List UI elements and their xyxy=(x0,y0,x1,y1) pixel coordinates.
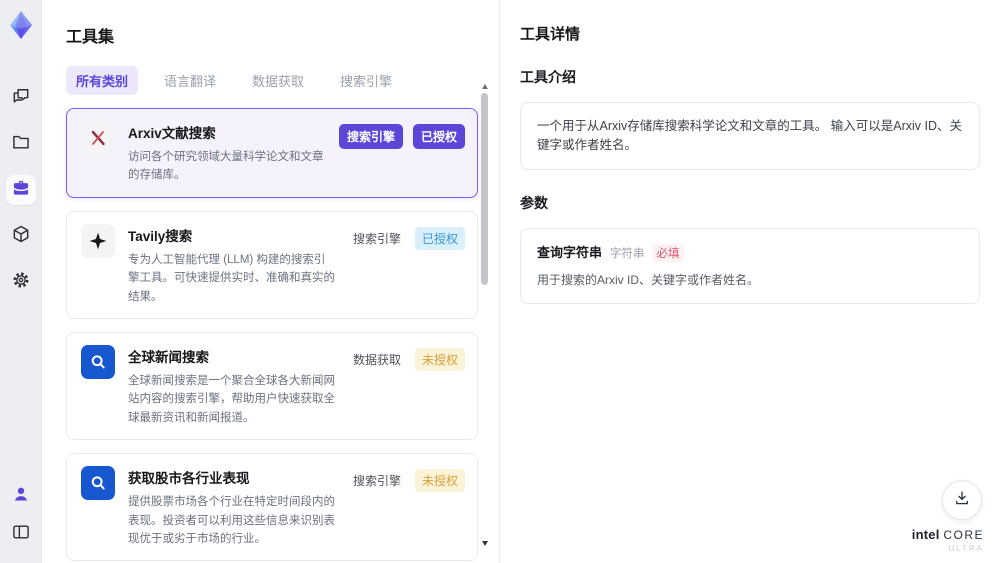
tool-description: 访问各个研究领域大量科学论文和文章的存储库。 xyxy=(128,151,324,182)
tool-name: 获取股市各行业表现 xyxy=(128,471,250,487)
tool-card[interactable]: Arxiv文献搜索 访问各个研究领域大量科学论文和文章的存储库。 搜索引擎 已授… xyxy=(66,108,478,198)
panel-icon xyxy=(11,522,31,547)
tool-card[interactable]: 获取股市各行业表现 提供股票市场各个行业在特定时间段内的表现。投资者可以利用这些… xyxy=(66,453,478,562)
chat-icon xyxy=(11,86,31,111)
category-tabs: 所有类别 语言翻译 数据获取 搜索引擎 xyxy=(66,66,499,95)
tool-description: 全球新闻搜索是一个聚合全球各大新闻网站内容的搜索引擎，帮助用户快速获取全球最新资… xyxy=(128,374,335,424)
scroll-up-icon[interactable] xyxy=(482,84,488,89)
settings-icon xyxy=(11,270,31,295)
list-scrollbar[interactable] xyxy=(481,84,489,554)
tool-description: 提供股票市场各个行业在特定时间段内的表现。投资者可以利用这些信息来识别表现优于或… xyxy=(128,496,335,545)
tool-detail-panel: 工具详情 工具介绍 一个用于从Arxiv存储库搜索科学论文和文章的工具。 输入可… xyxy=(499,0,1000,563)
detail-title: 工具详情 xyxy=(520,26,581,43)
params-list: 查询字符串 字符串 必填 用于搜索的Arxiv ID、关键字或作者姓名。 xyxy=(520,227,980,304)
scroll-down-icon[interactable] xyxy=(482,541,488,546)
tool-name: Tavily搜索 xyxy=(128,228,193,244)
scrollbar-thumb[interactable] xyxy=(481,93,488,285)
search-blue-icon xyxy=(81,344,115,379)
tool-name: Arxiv文献搜索 xyxy=(128,126,216,141)
arxiv-icon xyxy=(81,121,115,155)
tool-card[interactable]: 全球新闻搜索 全球新闻搜索是一个聚合全球各大新闻网站内容的搜索引擎，帮助用户快速… xyxy=(66,331,478,441)
tool-list: Arxiv文献搜索 访问各个研究领域大量科学论文和文章的存储库。 搜索引擎 已授… xyxy=(66,108,478,563)
tool-description: 专为人工智能代理 (LLM) 构建的搜索引擎工具。可快速提供实时、准确和真实的结… xyxy=(128,253,335,303)
download-button[interactable] xyxy=(942,480,982,520)
tab-category-2[interactable]: 数据获取 xyxy=(242,66,314,95)
sidebar-item-user[interactable] xyxy=(6,481,36,511)
intro-text: 一个用于从Arxiv存储库搜索科学论文和文章的工具。 输入可以是Arxiv ID… xyxy=(537,119,963,152)
page-title: 工具集 xyxy=(66,29,115,46)
brand-intel: intel xyxy=(911,527,940,542)
intel-core-logo: intel core ULTRA xyxy=(912,527,984,553)
tool-category-badge: 搜索引擎 xyxy=(338,124,403,149)
param-required-badge: 必填 xyxy=(652,243,684,262)
sidebar-item-chat[interactable] xyxy=(6,83,36,113)
search-blue-icon xyxy=(81,466,115,501)
brand-sub: ULTRA xyxy=(948,544,984,553)
sidebar-item-settings[interactable] xyxy=(6,267,36,297)
tool-status-badge: 未授权 xyxy=(414,469,465,493)
app-logo-icon[interactable] xyxy=(5,9,37,41)
cube-icon xyxy=(11,224,31,249)
tool-category-badge: 数据获取 xyxy=(352,352,401,367)
tool-status-badge: 未授权 xyxy=(414,347,465,371)
intro-card: 一个用于从Arxiv存储库搜索科学论文和文章的工具。 输入可以是Arxiv ID… xyxy=(520,102,980,170)
tavily-icon xyxy=(81,223,115,258)
intro-section-label: 工具介绍 xyxy=(520,69,576,85)
params-section-label: 参数 xyxy=(520,194,548,211)
rail-items xyxy=(5,83,36,297)
tool-name: 全球新闻搜索 xyxy=(128,349,209,365)
folder-icon xyxy=(11,132,31,157)
param-name: 查询字符串 xyxy=(537,244,603,260)
tool-status-badge: 已授权 xyxy=(414,226,465,250)
param-description: 用于搜索的Arxiv ID、关键字或作者姓名。 xyxy=(537,272,760,287)
sidebar-item-cube[interactable] xyxy=(6,221,36,251)
tool-category-badge: 搜索引擎 xyxy=(352,474,401,489)
param-type: 字符串 xyxy=(610,247,645,260)
toolbox-icon xyxy=(11,178,31,203)
tab-category-0[interactable]: 所有类别 xyxy=(66,66,139,95)
tool-card[interactable]: Tavily搜索 专为人工智能代理 (LLM) 构建的搜索引擎工具。可快速提供实… xyxy=(66,210,478,319)
tool-list-panel: 工具集 所有类别 语言翻译 数据获取 搜索引擎 Arxiv文献搜索 访问各个研究领域大… xyxy=(42,0,499,563)
sidebar-item-panel[interactable] xyxy=(6,519,36,549)
param-card: 查询字符串 字符串 必填 用于搜索的Arxiv ID、关键字或作者姓名。 xyxy=(520,227,980,304)
left-rail xyxy=(0,0,42,563)
rail-bottom-items xyxy=(6,481,36,549)
sidebar-item-toolbox[interactable] xyxy=(5,175,36,205)
tool-status-badge: 已授权 xyxy=(412,124,465,149)
user-icon xyxy=(11,484,31,509)
brand-core: core xyxy=(943,528,984,542)
tool-category-badge: 搜索引擎 xyxy=(352,231,401,246)
download-icon xyxy=(953,489,971,512)
sidebar-item-folder[interactable] xyxy=(6,129,36,159)
tab-category-1[interactable]: 语言翻译 xyxy=(154,66,226,95)
tab-category-3[interactable]: 搜索引擎 xyxy=(330,66,402,95)
